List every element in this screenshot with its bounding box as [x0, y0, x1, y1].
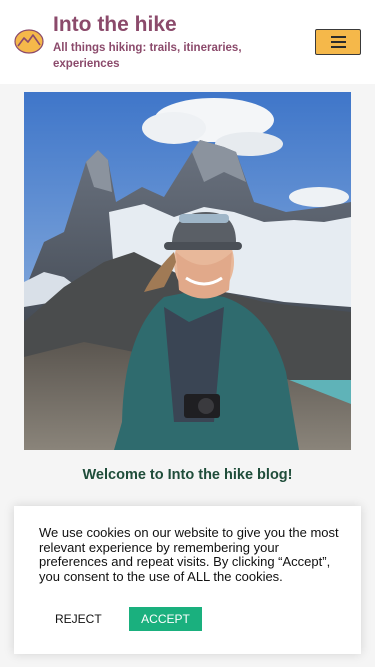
- cookie-consent-text: We use cookies on our website to give yo…: [39, 525, 339, 584]
- cookie-consent-banner: We use cookies on our website to give yo…: [14, 506, 361, 654]
- site-title[interactable]: Into the hike: [53, 13, 177, 37]
- reject-button[interactable]: REJECT: [44, 607, 114, 631]
- site-header: Into the hike All things hiking: trails,…: [0, 0, 375, 84]
- mountain-logo-icon[interactable]: [14, 29, 44, 54]
- hamburger-menu-icon: [330, 36, 346, 38]
- hero-photo: [24, 92, 351, 450]
- accept-button[interactable]: ACCEPT: [129, 607, 202, 631]
- hero-photo-illustration: [24, 92, 351, 450]
- menu-button[interactable]: [315, 29, 361, 55]
- welcome-heading: Welcome to Into the hike blog!: [82, 467, 293, 483]
- site-tagline: All things hiking: trails, itineraries, …: [53, 42, 242, 70]
